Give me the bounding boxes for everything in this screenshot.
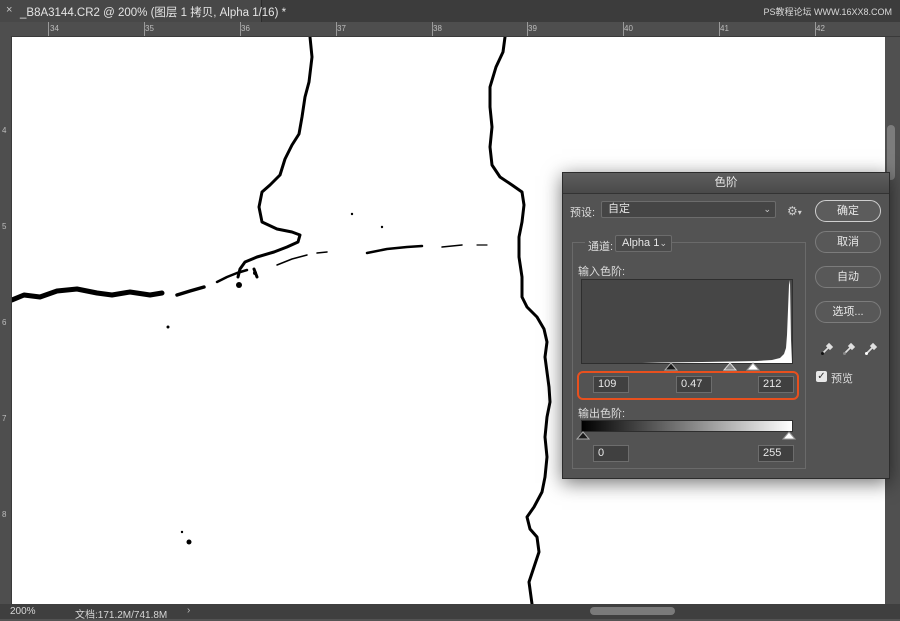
- output-black-field[interactable]: 0: [593, 445, 629, 462]
- horizontal-ruler: 34 35 36 37 38 39 40 41 42: [11, 22, 900, 37]
- levels-dialog: 色阶 预设: 自定 ⌄ ⚙▾ 通道: Alpha 1 ⌄ 输入色阶: 109 0…: [562, 172, 890, 479]
- preset-select[interactable]: 自定 ⌄: [601, 201, 776, 218]
- ruler-number: 36: [241, 24, 250, 33]
- vertical-ruler: 4 5 6 7 8: [0, 36, 12, 604]
- dialog-title[interactable]: 色阶: [563, 173, 889, 194]
- status-menu-arrow-icon[interactable]: ›: [187, 605, 190, 616]
- preview-checkbox[interactable]: ✓: [816, 371, 827, 382]
- horizontal-scroll-thumb[interactable]: [590, 607, 675, 615]
- auto-button[interactable]: 自动: [815, 266, 881, 288]
- cancel-button[interactable]: 取消: [815, 231, 881, 253]
- ok-button[interactable]: 确定: [815, 200, 881, 222]
- watermark-text: PS教程论坛 WWW.16XX8.COM: [763, 7, 892, 17]
- ruler-number: 41: [720, 24, 729, 33]
- chevron-down-icon: ⌄: [659, 238, 667, 248]
- ruler-number: 38: [433, 24, 442, 33]
- input-levels-label: 输入色阶:: [578, 266, 626, 278]
- chevron-down-icon: ⌄: [763, 204, 771, 214]
- document-tab-bar: × _B8A3144.CR2 @ 200% (图层 1 拷贝, Alpha 1/…: [0, 0, 900, 22]
- white-point-eyedropper-icon[interactable]: [864, 340, 878, 356]
- input-gamma-slider[interactable]: [722, 362, 738, 371]
- document-tab-title: _B8A3144.CR2 @ 200% (图层 1 拷贝, Alpha 1/16…: [20, 7, 287, 19]
- input-white-slider[interactable]: [745, 362, 761, 371]
- output-levels-label: 输出色阶:: [578, 408, 626, 420]
- input-black-field[interactable]: 109: [593, 376, 629, 393]
- channel-select[interactable]: Alpha 1 ⌄: [615, 235, 672, 252]
- output-gradient-bar: [581, 420, 793, 432]
- close-tab-icon[interactable]: ×: [6, 4, 12, 16]
- ruler-number: 5: [2, 222, 7, 231]
- histogram-graph: [582, 280, 792, 363]
- ruler-number: 39: [528, 24, 537, 33]
- output-white-field[interactable]: 255: [758, 445, 794, 462]
- output-black-slider[interactable]: [575, 431, 591, 440]
- histogram: [581, 279, 793, 364]
- ruler-number: 40: [624, 24, 633, 33]
- input-white-field[interactable]: 212: [758, 376, 794, 393]
- ruler-corner: [0, 22, 11, 36]
- gray-point-eyedropper-icon[interactable]: [842, 340, 856, 356]
- preset-label: 预设:: [570, 207, 596, 219]
- ruler-number: 34: [50, 24, 59, 33]
- output-white-slider[interactable]: [781, 431, 797, 440]
- preview-label: 预览: [831, 373, 853, 385]
- ruler-number: 42: [816, 24, 825, 33]
- ruler-number: 35: [145, 24, 154, 33]
- options-button[interactable]: 选项...: [815, 301, 881, 323]
- ruler-number: 4: [2, 126, 7, 135]
- black-point-eyedropper-icon[interactable]: [820, 340, 834, 356]
- ruler-number: 7: [2, 414, 7, 423]
- ruler-number: 6: [2, 318, 7, 327]
- status-bar: 200% 文档:171.2M/741.8M ›: [0, 604, 900, 621]
- preset-value: 自定: [608, 203, 630, 215]
- input-gamma-field[interactable]: 0.47: [676, 376, 712, 393]
- input-black-slider[interactable]: [663, 362, 679, 371]
- ruler-number: 37: [337, 24, 346, 33]
- document-tab[interactable]: × _B8A3144.CR2 @ 200% (图层 1 拷贝, Alpha 1/…: [0, 0, 286, 22]
- zoom-level[interactable]: 200%: [10, 606, 36, 617]
- ruler-number: 8: [2, 510, 7, 519]
- channel-label: 通道:: [585, 238, 617, 254]
- gear-icon[interactable]: ⚙▾: [787, 204, 802, 218]
- channel-value: Alpha 1: [622, 237, 660, 249]
